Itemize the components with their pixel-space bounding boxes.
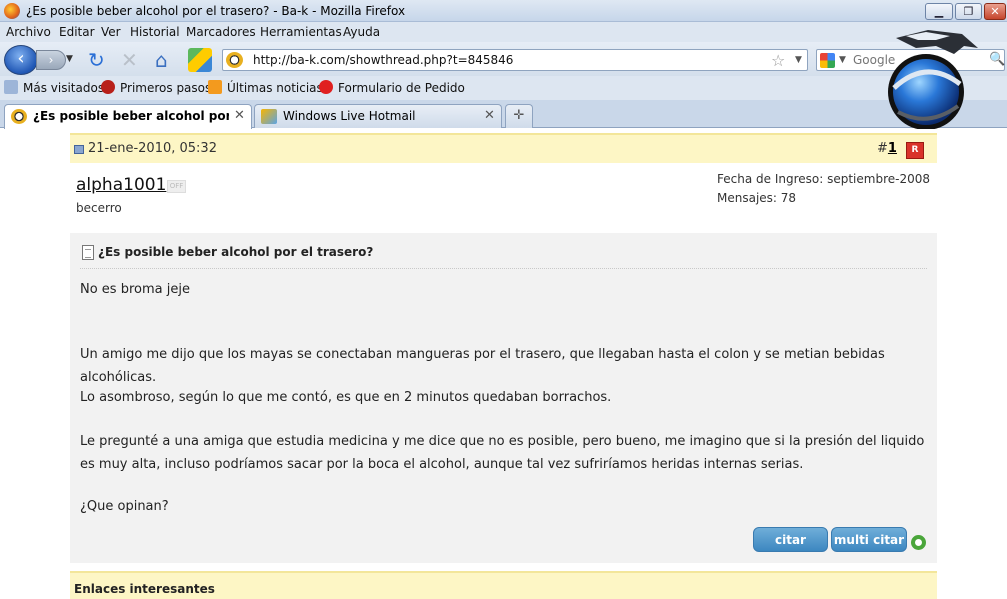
user-title: becerro [76, 201, 122, 215]
reload-icon[interactable]: ↻ [88, 50, 105, 70]
bookmark-ultimas-noticias[interactable]: Últimas noticias [208, 80, 323, 95]
document-icon [82, 245, 94, 260]
post-paragraph: Un amigo me dijo que los mayas se conect… [80, 347, 885, 385]
post-username[interactable]: alpha1001 [76, 175, 166, 195]
post-paragraph: No es broma jeje [80, 282, 190, 297]
menu-ayuda[interactable]: Ayuda [343, 25, 380, 39]
posts-count: Mensajes: 78 [717, 191, 797, 205]
bookmark-formulario-pedido[interactable]: Formulario de Pedido [319, 80, 465, 95]
post-date: 21-ene-2010, 05:32 [88, 141, 217, 156]
maximize-button[interactable]: ❐ [955, 3, 982, 20]
bookmark-primeros-pasos[interactable]: Primeros pasos [101, 80, 211, 95]
report-post-icon[interactable]: R [906, 142, 924, 159]
menu-bar: Archivo Editar Ver Historial Marcadores … [0, 22, 1007, 42]
wolf-globe-logo [888, 30, 978, 130]
post-icon [74, 145, 84, 154]
mas-visitados-icon [4, 80, 18, 94]
new-tab-button[interactable]: ✛ [505, 104, 533, 128]
bookmarks-toolbar: Más visitados Primeros pasos Últimas not… [0, 76, 1007, 100]
back-button[interactable]: ‹ [4, 45, 38, 75]
tab-ba-k-thread[interactable]: ¿Es posible beber alcohol por el tr... ✕ [4, 104, 252, 129]
navigation-toolbar: ‹ › ▼ ↻ ✕ ⌂ http://ba-k.com/showthread.p… [0, 42, 1007, 76]
window-title: ¿Es posible beber alcohol por el trasero… [26, 4, 406, 18]
post-title: ¿Es posible beber alcohol por el trasero… [98, 245, 374, 259]
offline-status-badge: OFF [167, 180, 186, 193]
forward-button[interactable]: › [36, 50, 66, 70]
menu-editar[interactable]: Editar [59, 25, 95, 39]
menu-marcadores[interactable]: Marcadores [186, 25, 256, 39]
post-number: #1 [877, 141, 897, 156]
addon-icon[interactable] [188, 48, 212, 72]
hotmail-favicon-icon [261, 109, 277, 124]
bookmark-mas-visitados[interactable]: Más visitados [4, 80, 104, 95]
ba-k-favicon-icon [11, 109, 27, 124]
url-text[interactable]: http://ba-k.com/showthread.php?t=845846 [253, 53, 513, 67]
tab-hotmail[interactable]: Windows Live Hotmail ✕ [254, 104, 502, 128]
links-section-header: Enlaces interesantes [70, 571, 937, 599]
join-date: Fecha de Ingreso: septiembre-2008 [717, 172, 930, 186]
firefox-icon [4, 3, 20, 19]
search-icon[interactable]: 🔍 [989, 52, 1005, 67]
url-dropdown-icon[interactable]: ▼ [795, 55, 802, 65]
post-header: 21-ene-2010, 05:32 #1 R [70, 133, 937, 163]
menu-historial[interactable]: Historial [130, 25, 180, 39]
post-paragraph: ¿Que opinan? [80, 499, 169, 514]
multiquote-button[interactable]: multi citar [831, 527, 907, 552]
close-tab-icon[interactable]: ✕ [484, 108, 495, 123]
links-section-title: Enlaces interesantes [74, 582, 215, 596]
formulario-icon [319, 80, 333, 94]
rss-icon [208, 80, 222, 94]
menu-herramientas[interactable]: Herramientas [260, 25, 342, 39]
history-dropdown-icon[interactable]: ▼ [66, 54, 73, 64]
post-paragraph: Lo asombroso, según lo que me contó, es … [80, 390, 612, 405]
bookmark-star-icon[interactable]: ☆ [771, 51, 785, 70]
menu-ver[interactable]: Ver [101, 25, 121, 39]
url-bar[interactable]: http://ba-k.com/showthread.php?t=845846 … [222, 49, 808, 71]
home-icon[interactable]: ⌂ [155, 50, 168, 70]
tab-bar: ¿Es posible beber alcohol por el tr... ✕… [0, 100, 1007, 129]
post-permalink[interactable]: 1 [888, 141, 897, 156]
engine-dropdown-icon[interactable]: ▼ [839, 55, 846, 65]
quick-reply-icon[interactable] [911, 535, 926, 550]
page-content: 21-ene-2010, 05:32 #1 R alpha1001 OFF be… [0, 129, 1007, 599]
quote-button[interactable]: citar [753, 527, 828, 552]
tab-label: ¿Es posible beber alcohol por el tr... [33, 109, 229, 123]
primeros-pasos-icon [101, 80, 115, 94]
menu-archivo[interactable]: Archivo [6, 25, 51, 39]
post-body: ¿Es posible beber alcohol por el trasero… [70, 233, 937, 563]
google-engine-icon[interactable] [820, 53, 835, 68]
site-favicon-icon [226, 52, 243, 68]
stop-icon[interactable]: ✕ [121, 50, 138, 70]
close-window-button[interactable]: ✕ [984, 3, 1006, 20]
post-paragraph: Le pregunté a una amiga que estudia medi… [80, 434, 925, 472]
user-info: Fecha de Ingreso: septiembre-2008 Mensaj… [717, 170, 930, 208]
post-title-row: ¿Es posible beber alcohol por el trasero… [80, 243, 927, 269]
tab-label: Windows Live Hotmail [283, 109, 416, 123]
close-tab-icon[interactable]: ✕ [234, 108, 245, 123]
minimize-button[interactable]: ▁ [925, 3, 953, 20]
window-titlebar: ¿Es posible beber alcohol por el trasero… [0, 0, 1007, 22]
